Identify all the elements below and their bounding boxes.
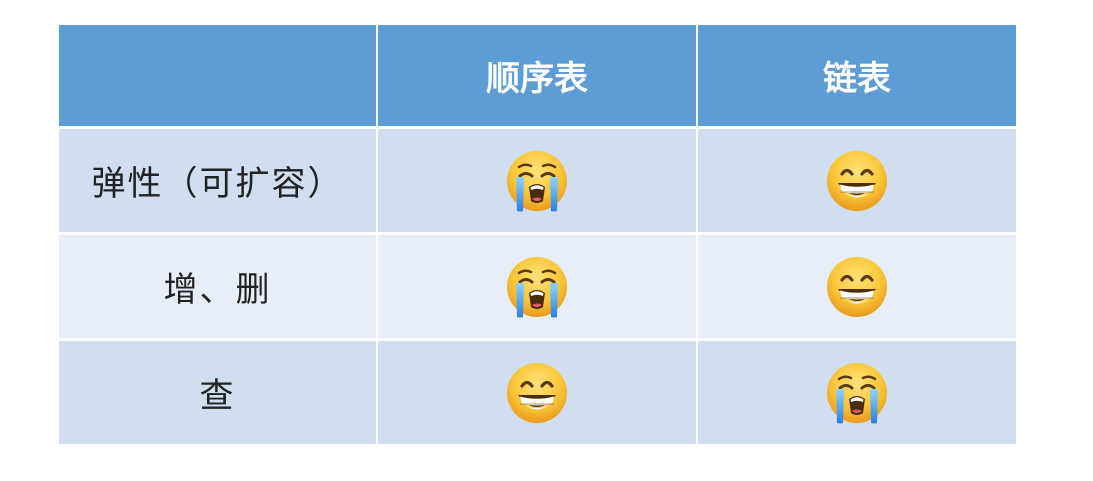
row-label-insert-delete: 增、删	[59, 235, 376, 338]
grinning-face-icon	[505, 361, 569, 425]
row-label-elasticity: 弹性（可扩容）	[59, 129, 376, 232]
cell-insert-delete-linked	[698, 235, 1016, 338]
comparison-table: 顺序表 链表 弹性（可扩容） 增、删 查	[59, 25, 1016, 444]
row-label-lookup: 查	[59, 341, 376, 444]
cell-insert-delete-sequential	[378, 235, 696, 338]
header-corner-cell	[59, 25, 376, 126]
grinning-face-icon	[825, 149, 889, 213]
crying-face-icon	[505, 149, 569, 213]
cell-lookup-sequential	[378, 341, 696, 444]
header-sequential-list: 顺序表	[378, 25, 696, 126]
cell-lookup-linked	[698, 341, 1016, 444]
cell-elasticity-linked	[698, 129, 1016, 232]
cell-elasticity-sequential	[378, 129, 696, 232]
crying-face-icon	[825, 361, 889, 425]
grinning-face-icon	[825, 255, 889, 319]
header-linked-list: 链表	[698, 25, 1016, 126]
crying-face-icon	[505, 255, 569, 319]
